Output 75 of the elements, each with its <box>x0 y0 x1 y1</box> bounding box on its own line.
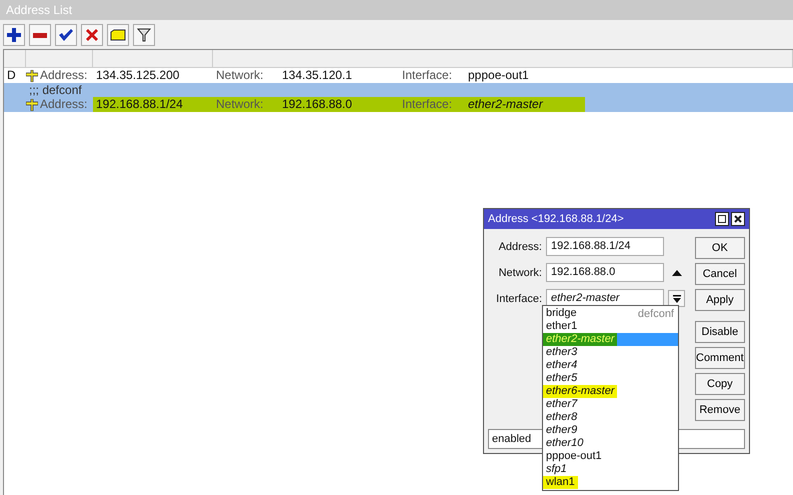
item-name: ether5 <box>545 372 578 385</box>
dialog-button[interactable]: Cancel <box>695 263 745 285</box>
dialog-button[interactable]: Copy <box>695 373 745 395</box>
maximize-icon <box>718 215 726 223</box>
dropdown-item[interactable]: sfp1 <box>543 463 678 476</box>
table-cell-text: pppoe-out1 <box>467 68 530 83</box>
dialog-button[interactable]: Comment <box>695 347 745 369</box>
item-name: ether7 <box>545 398 578 411</box>
item-name: ether1 <box>545 320 578 333</box>
disable-button[interactable] <box>81 24 103 46</box>
dropdown-item[interactable]: ether3 <box>543 346 678 359</box>
item-name: ether8 <box>545 411 578 424</box>
filter-icon <box>137 28 151 42</box>
field-label: Network: <box>498 266 542 278</box>
dropdown-item[interactable]: ether10 <box>543 437 678 450</box>
filter-button[interactable] <box>133 24 155 46</box>
dialog-button[interactable]: OK <box>695 237 745 259</box>
table-cell-text: 134.35.120.1 <box>281 68 354 83</box>
address-icon <box>26 70 38 82</box>
dropdown-item[interactable]: ether6-master <box>543 385 678 398</box>
dropdown-item[interactable]: ether8 <box>543 411 678 424</box>
item-name: ether2-master <box>543 333 618 346</box>
item-name: ether10 <box>545 437 584 450</box>
table-row[interactable]: ;;; defconf Address: 192.168.88.1/24 Network: 192.168.88.0 Interface: ether2-master <box>4 83 793 112</box>
input-field[interactable]: 192.168.88.1/24 <box>546 237 664 256</box>
close-button[interactable] <box>731 212 745 226</box>
field-label: Interface: <box>399 97 465 112</box>
dialog-title: Address <192.168.88.1/24> <box>488 213 624 225</box>
table-cell: ether2-master <box>465 97 585 112</box>
dropdown-item[interactable]: ether4 <box>543 359 678 372</box>
dialog-button[interactable]: Disable <box>695 321 745 343</box>
item-name: ether4 <box>545 359 578 372</box>
item-name: ether6-master <box>543 385 618 398</box>
input-field[interactable]: 192.168.88.0 <box>546 263 664 282</box>
check-icon <box>59 29 73 41</box>
field-label: Network: <box>215 68 264 83</box>
minus-icon <box>33 32 47 38</box>
add-button[interactable] <box>3 24 25 46</box>
dropdown-item[interactable]: ether1 <box>543 320 678 333</box>
dropdown-item[interactable]: wlan1 <box>543 476 678 489</box>
dropdown-item[interactable]: pppoe-out1 <box>543 450 678 463</box>
dropdown-icon <box>672 294 680 302</box>
dropdown-item[interactable]: ether7 <box>543 398 678 411</box>
field-label: Address: <box>40 68 88 83</box>
address-icon <box>26 98 38 110</box>
dialog-button[interactable]: Remove <box>695 399 745 421</box>
item-comment: defconf <box>638 308 674 320</box>
item-name: ether3 <box>545 346 578 359</box>
item-name: bridge <box>545 307 578 320</box>
dialog-button[interactable]: Apply <box>695 289 745 311</box>
item-name: pppoe-out1 <box>545 450 603 463</box>
comment-button[interactable] <box>107 24 129 46</box>
field-label: Address: <box>498 240 542 252</box>
field-label: Address: <box>40 97 88 112</box>
dropdown-item[interactable]: bridge defconf <box>543 307 678 320</box>
remove-button[interactable] <box>29 24 51 46</box>
close-icon <box>734 215 742 223</box>
flag-cell-text: D <box>6 68 17 83</box>
row-comment: ;;; defconf <box>28 83 83 97</box>
table-cell: 192.168.88.1/24 <box>93 97 213 112</box>
field-label: Interface: <box>495 292 542 304</box>
note-icon <box>110 29 126 41</box>
table-cell: 192.168.88.0 <box>279 97 399 112</box>
table-cell-text: 134.35.125.200 <box>95 68 180 83</box>
plus-icon <box>7 28 21 42</box>
maximize-button[interactable] <box>715 212 729 226</box>
field-label: Interface: <box>401 68 454 83</box>
up-arrow-icon[interactable] <box>672 270 682 276</box>
dropdown-button[interactable] <box>668 290 685 307</box>
field-label: Network: <box>213 97 279 112</box>
item-name: sfp1 <box>545 463 568 476</box>
enable-button[interactable] <box>55 24 77 46</box>
cross-icon <box>86 29 98 41</box>
dropdown-item[interactable]: ether5 <box>543 372 678 385</box>
item-name: wlan1 <box>543 476 578 489</box>
